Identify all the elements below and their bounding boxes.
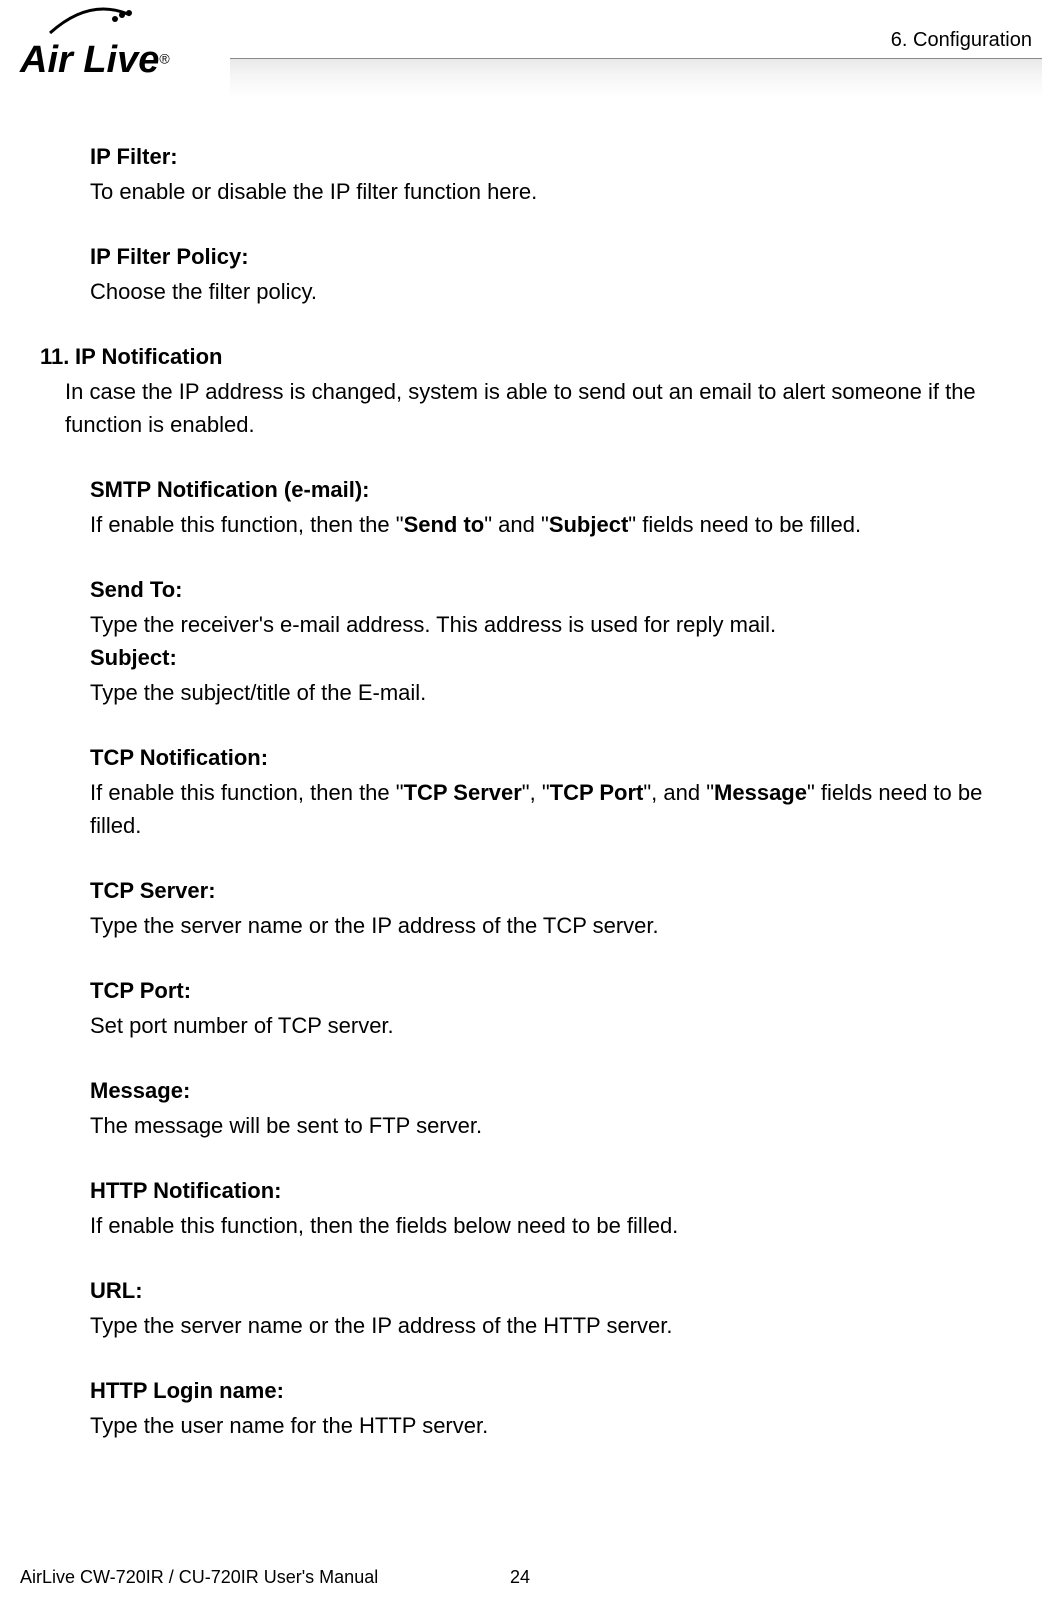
http-notification-text: If enable this function, then the fields… (90, 1209, 1032, 1242)
ip-filter-heading: IP Filter: (90, 140, 1032, 173)
chapter-label: 6. Configuration (891, 25, 1032, 55)
smtp-mid: " and " (484, 512, 549, 537)
tcp-port-text: Set port number of TCP server. (90, 1009, 1032, 1042)
tcp-pre: If enable this function, then the " (90, 780, 404, 805)
smtp-pre: If enable this function, then the " (90, 512, 404, 537)
http-login-text: Type the user name for the HTTP server. (90, 1409, 1032, 1442)
logo-registered-icon: ® (159, 51, 169, 67)
ip-filter-policy-section: IP Filter Policy: Choose the filter poli… (90, 240, 1032, 308)
smtp-post: " fields need to be filled. (628, 512, 861, 537)
smtp-section: SMTP Notification (e-mail): If enable th… (90, 473, 1032, 541)
send-to-text: Type the receiver's e-mail address. This… (90, 608, 1032, 641)
subject-text: Type the subject/title of the E-mail. (90, 676, 1032, 709)
header-divider (230, 58, 1042, 98)
http-login-heading: HTTP Login name: (90, 1374, 1032, 1407)
airlive-logo: Air Live® (20, 10, 230, 80)
page-number: 24 (510, 1564, 530, 1591)
tcp-server-heading: TCP Server: (90, 874, 1032, 907)
tcp-port-section: TCP Port: Set port number of TCP server. (90, 974, 1032, 1042)
ip-notification-intro: In case the IP address is changed, syste… (65, 375, 1032, 441)
ip-filter-section: IP Filter: To enable or disable the IP f… (90, 140, 1032, 208)
http-login-section: HTTP Login name: Type the user name for … (90, 1374, 1032, 1442)
ip-notification-section: 11. IP Notification In case the IP addre… (40, 340, 1032, 441)
tcp-bold2: TCP Port (550, 780, 644, 805)
page-content: IP Filter: To enable or disable the IP f… (0, 110, 1042, 1442)
ip-filter-policy-heading: IP Filter Policy: (90, 240, 1032, 273)
tcp-server-section: TCP Server: Type the server name or the … (90, 874, 1032, 942)
smtp-bold1: Send to (404, 512, 485, 537)
ip-filter-text: To enable or disable the IP filter funct… (90, 175, 1032, 208)
ip-notification-heading: 11. IP Notification (40, 340, 1032, 373)
page-header: Air Live® 6. Configuration (0, 0, 1042, 110)
send-to-heading: Send To: (90, 573, 1032, 606)
tcp-port-heading: TCP Port: (90, 974, 1032, 1007)
tcp-bold1: TCP Server (404, 780, 522, 805)
footer-title: AirLive CW-720IR / CU-720IR User's Manua… (20, 1564, 378, 1591)
subject-heading: Subject: (90, 641, 1032, 674)
tcp-notification-heading: TCP Notification: (90, 741, 1032, 774)
smtp-text: If enable this function, then the "Send … (90, 508, 1032, 541)
tcp-mid1: ", " (522, 780, 550, 805)
url-section: URL: Type the server name or the IP addr… (90, 1274, 1032, 1342)
http-notification-heading: HTTP Notification: (90, 1174, 1032, 1207)
smtp-bold2: Subject (549, 512, 628, 537)
ip-filter-policy-text: Choose the filter policy. (90, 275, 1032, 308)
tcp-mid2: ", and " (643, 780, 714, 805)
section-number: 11. (40, 340, 75, 373)
tcp-notification-section: TCP Notification: If enable this functio… (90, 741, 1032, 842)
message-heading: Message: (90, 1074, 1032, 1107)
tcp-bold3: Message (714, 780, 807, 805)
url-text: Type the server name or the IP address o… (90, 1309, 1032, 1342)
send-to-subject-section: Send To: Type the receiver's e-mail addr… (90, 573, 1032, 709)
smtp-heading: SMTP Notification (e-mail): (90, 473, 1032, 506)
tcp-server-text: Type the server name or the IP address o… (90, 909, 1032, 942)
url-heading: URL: (90, 1274, 1032, 1307)
logo-text: Air Live (20, 39, 159, 81)
message-text: The message will be sent to FTP server. (90, 1109, 1032, 1142)
http-notification-section: HTTP Notification: If enable this functi… (90, 1174, 1032, 1242)
message-section: Message: The message will be sent to FTP… (90, 1074, 1032, 1142)
page-footer: AirLive CW-720IR / CU-720IR User's Manua… (20, 1564, 1020, 1591)
ip-notification-title: IP Notification (75, 340, 223, 373)
tcp-notification-text: If enable this function, then the "TCP S… (90, 776, 1032, 842)
logo-swoosh-icon (40, 5, 140, 40)
